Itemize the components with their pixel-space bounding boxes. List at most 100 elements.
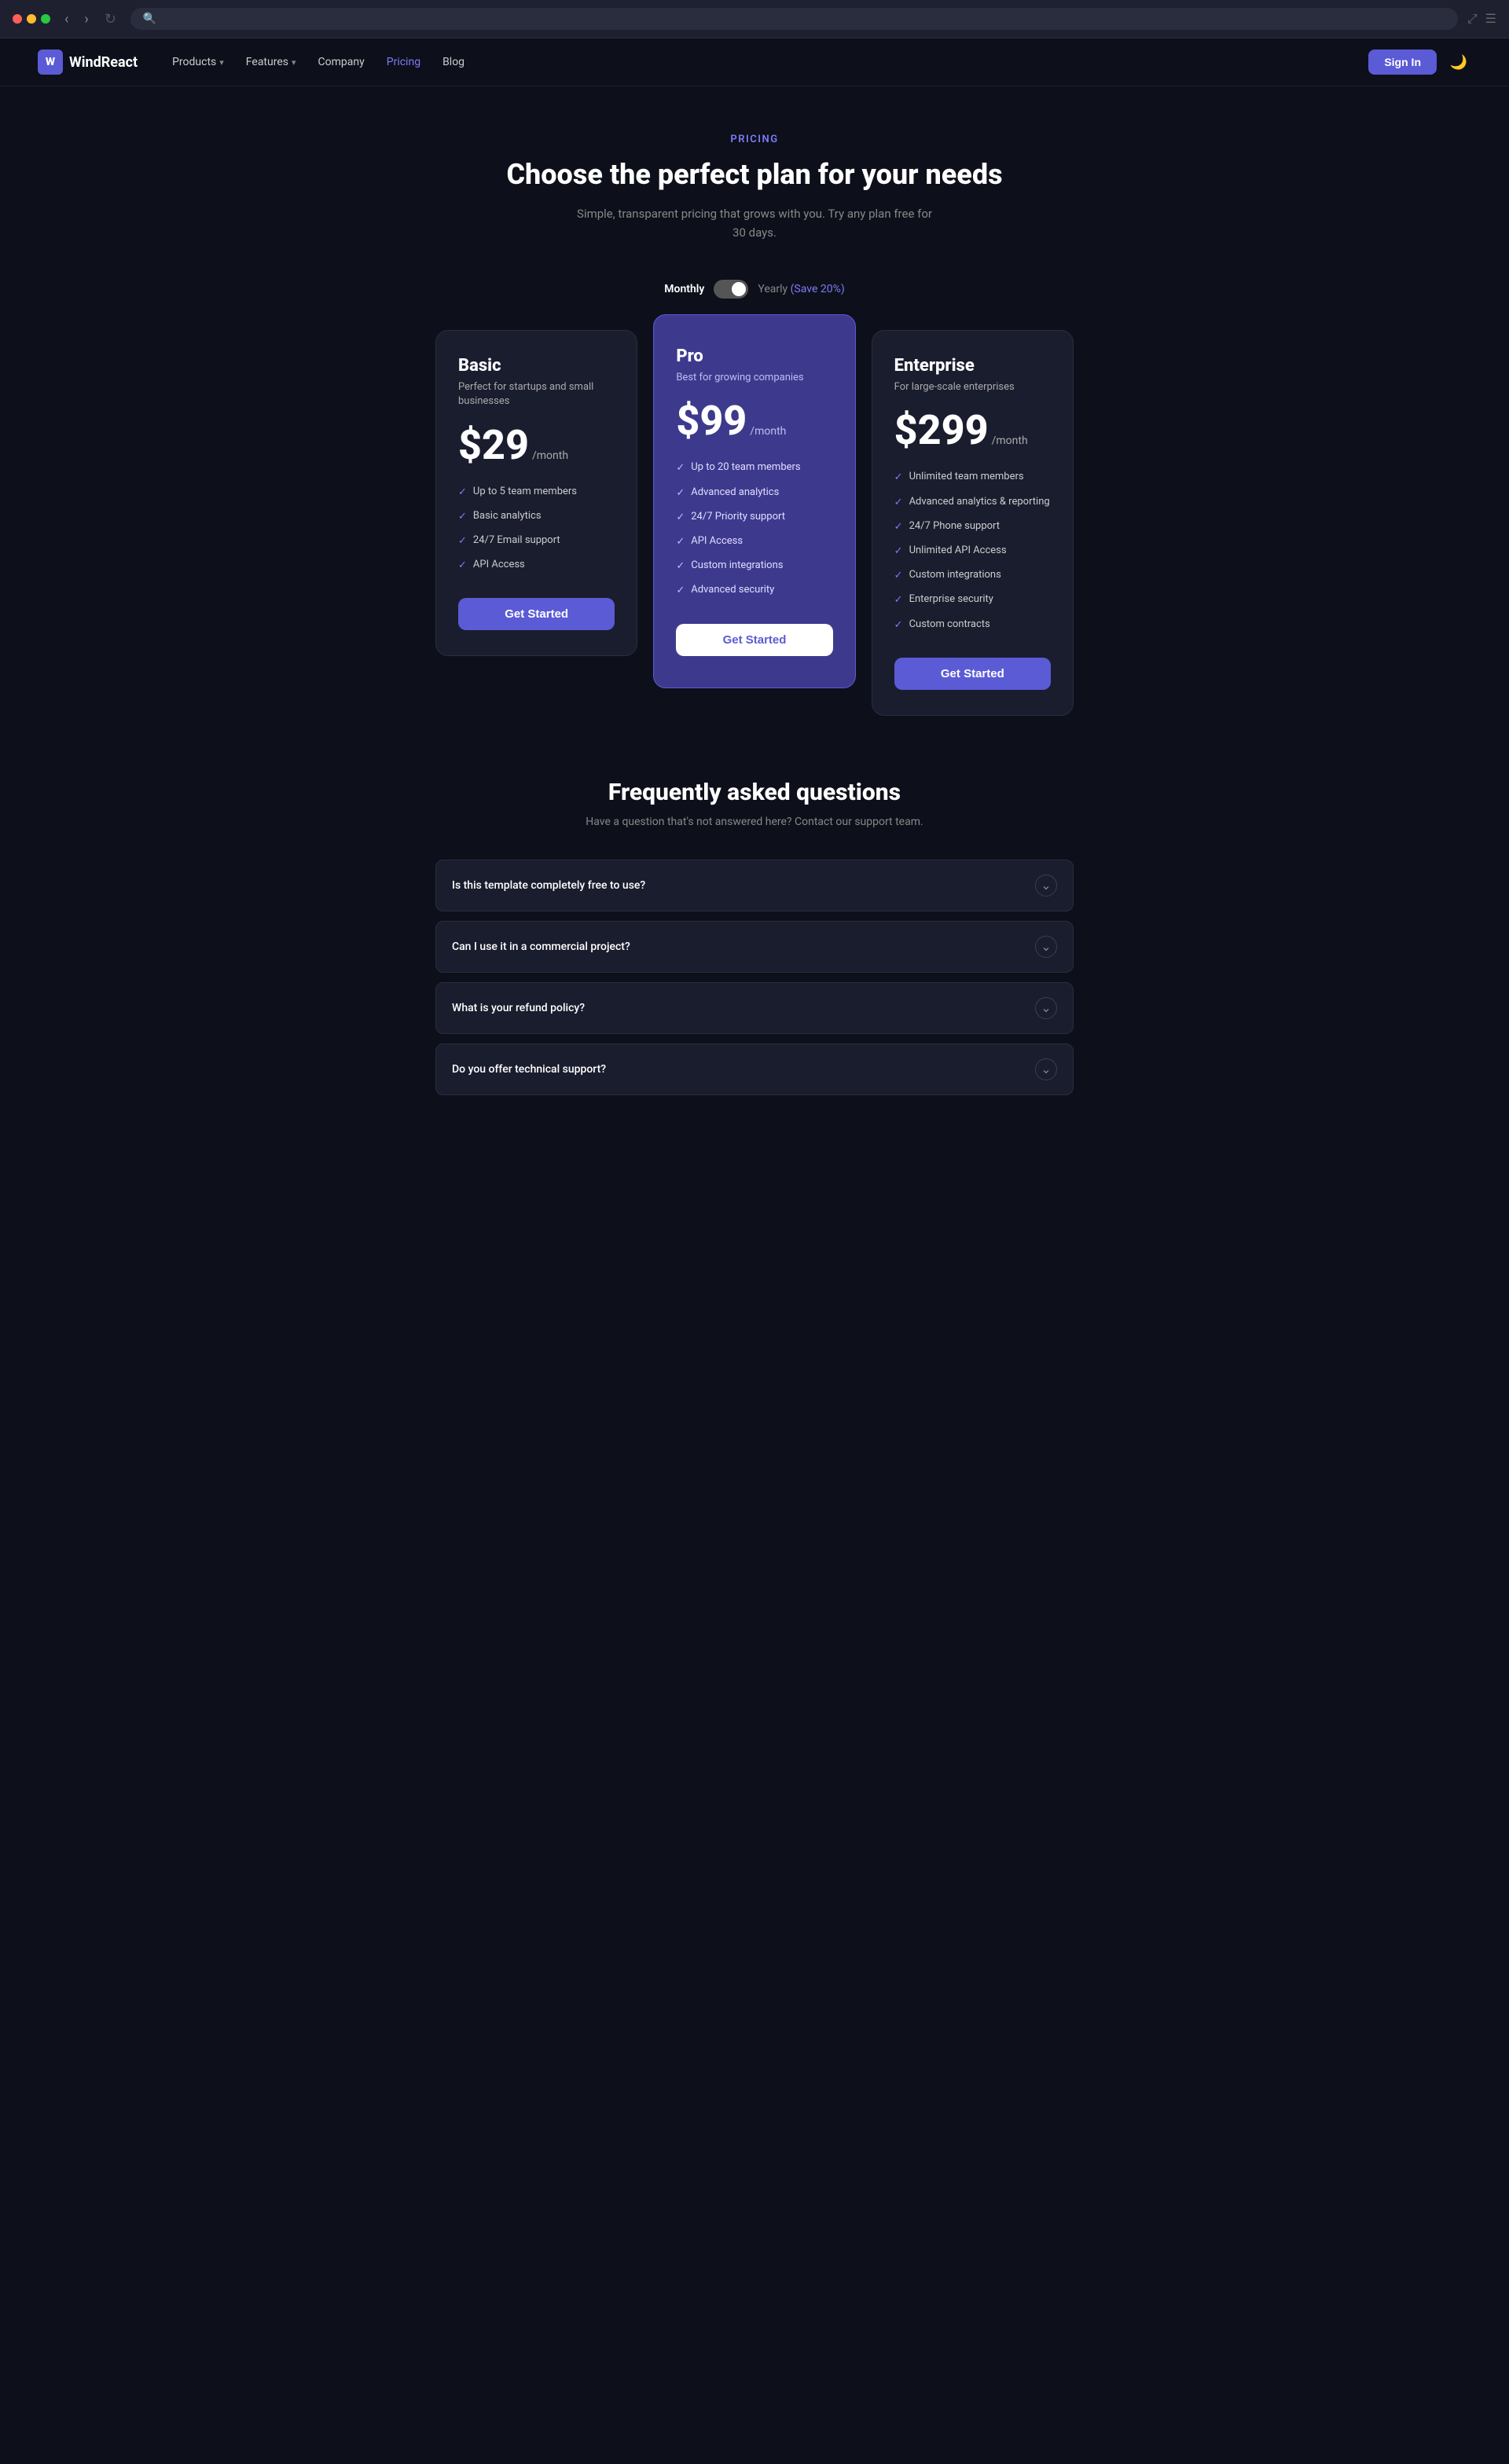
logo-text: WindReact xyxy=(69,54,138,71)
check-icon: ✓ xyxy=(676,535,685,549)
feature-item: ✓ Advanced security xyxy=(676,583,832,598)
faq-chevron-icon-3: ⌄ xyxy=(1035,997,1057,1019)
nav-forward[interactable]: › xyxy=(79,9,93,29)
nav-item-company[interactable]: Company xyxy=(309,50,374,75)
check-icon: ✓ xyxy=(894,593,903,607)
check-icon: ✓ xyxy=(676,584,685,598)
feature-item: ✓ API Access xyxy=(676,534,832,549)
search-icon: 🔍 xyxy=(143,13,156,25)
plan-desc-enterprise: For large-scale enterprises xyxy=(894,380,1051,394)
check-icon: ✓ xyxy=(894,544,903,559)
plan-name-enterprise: Enterprise xyxy=(894,356,1051,376)
feature-item: ✓ Advanced analytics xyxy=(676,486,832,500)
browser-dots xyxy=(13,14,50,24)
faq-section: Frequently asked questions Have a questi… xyxy=(435,779,1074,1095)
dot-red[interactable] xyxy=(13,14,22,24)
plan-basic: Basic Perfect for startups and small bus… xyxy=(435,330,637,656)
faq-question-1: Is this template completely free to use? xyxy=(452,879,645,892)
faq-title: Frequently asked questions xyxy=(435,779,1074,806)
faq-list: Is this template completely free to use?… xyxy=(435,860,1074,1095)
plan-pro: Pro Best for growing companies $99 /mont… xyxy=(653,314,855,688)
nav-actions: Sign In 🌙 xyxy=(1368,50,1471,75)
nav-item-features[interactable]: Features ▾ xyxy=(237,50,306,75)
browser-chrome: ‹ › ↻ 🔍 ⤢ ☰ xyxy=(0,0,1509,38)
price-row-enterprise: $299 /month xyxy=(894,410,1051,451)
signin-button[interactable]: Sign In xyxy=(1368,50,1437,75)
pricing-cards: Basic Perfect for startups and small bus… xyxy=(435,330,1074,716)
feature-item: ✓ Advanced analytics & reporting xyxy=(894,495,1051,510)
feature-item: ✓ Custom contracts xyxy=(894,618,1051,632)
faq-question-4: Do you offer technical support? xyxy=(452,1063,606,1076)
check-icon: ✓ xyxy=(894,496,903,510)
browser-controls: ⤢ ☰ xyxy=(1467,11,1496,27)
check-icon: ✓ xyxy=(458,510,467,524)
plan-name-basic: Basic xyxy=(458,356,615,376)
feature-item: ✓ Enterprise security xyxy=(894,592,1051,607)
faq-item-4[interactable]: Do you offer technical support? ⌄ xyxy=(435,1043,1074,1095)
chevron-down-icon: ▾ xyxy=(292,57,296,68)
check-icon: ✓ xyxy=(894,520,903,534)
pricing-label: PRICING xyxy=(435,134,1074,145)
chevron-down-icon: ▾ xyxy=(219,57,224,68)
pro-cta-button[interactable]: Get Started xyxy=(676,624,832,656)
nav-item-products[interactable]: Products ▾ xyxy=(163,50,233,75)
nav-refresh[interactable]: ↻ xyxy=(100,9,121,29)
toggle-knob xyxy=(732,282,746,296)
navbar: W WindReact Products ▾ Features ▾ Compan… xyxy=(0,38,1509,86)
check-icon: ✓ xyxy=(894,569,903,583)
feature-item: ✓ Unlimited team members xyxy=(894,470,1051,485)
feature-item: ✓ Unlimited API Access xyxy=(894,544,1051,559)
pricing-hero: PRICING Choose the perfect plan for your… xyxy=(435,134,1074,242)
browser-address-bar[interactable]: 🔍 xyxy=(130,8,1458,30)
plan-desc-basic: Perfect for startups and small businesse… xyxy=(458,380,615,409)
plan-name-pro: Pro xyxy=(676,346,832,366)
check-icon: ✓ xyxy=(894,471,903,485)
feature-item: ✓ 24/7 Email support xyxy=(458,534,615,548)
price-row-basic: $29 /month xyxy=(458,425,615,466)
price-row-pro: $99 /month xyxy=(676,401,832,442)
faq-item-1[interactable]: Is this template completely free to use?… xyxy=(435,860,1074,911)
nav-links: Products ▾ Features ▾ Company Pricing Bl… xyxy=(163,50,1343,75)
check-icon: ✓ xyxy=(458,486,467,500)
faq-chevron-icon-4: ⌄ xyxy=(1035,1058,1057,1080)
main-content: PRICING Choose the perfect plan for your… xyxy=(417,86,1092,1174)
nav-back[interactable]: ‹ xyxy=(60,9,73,29)
yearly-label: Yearly (Save 20%) xyxy=(758,283,844,295)
nav-item-pricing[interactable]: Pricing xyxy=(377,50,430,75)
faq-question-3: What is your refund policy? xyxy=(452,1002,585,1014)
menu-icon[interactable]: ☰ xyxy=(1485,11,1496,27)
price-period-enterprise: /month xyxy=(992,434,1028,447)
dot-green[interactable] xyxy=(41,14,50,24)
check-icon: ✓ xyxy=(458,534,467,548)
billing-toggle-switch[interactable] xyxy=(714,280,748,299)
expand-icon[interactable]: ⤢ xyxy=(1467,11,1478,27)
enterprise-cta-button[interactable]: Get Started xyxy=(894,658,1051,690)
feature-item: ✓ 24/7 Priority support xyxy=(676,510,832,525)
check-icon: ✓ xyxy=(458,559,467,573)
price-period-pro: /month xyxy=(750,425,786,438)
plan-desc-pro: Best for growing companies xyxy=(676,371,832,385)
feature-item: ✓ API Access xyxy=(458,558,615,573)
check-icon: ✓ xyxy=(676,461,685,475)
plan-enterprise: Enterprise For large-scale enterprises $… xyxy=(872,330,1074,716)
faq-question-2: Can I use it in a commercial project? xyxy=(452,940,630,953)
monthly-label: Monthly xyxy=(664,283,704,295)
nav-item-blog[interactable]: Blog xyxy=(433,50,474,75)
dark-mode-toggle[interactable]: 🌙 xyxy=(1446,50,1471,75)
logo[interactable]: W WindReact xyxy=(38,50,138,75)
save-badge: (Save 20%) xyxy=(791,283,845,295)
faq-item-2[interactable]: Can I use it in a commercial project? ⌄ xyxy=(435,921,1074,973)
dot-yellow[interactable] xyxy=(27,14,36,24)
price-amount-pro: $99 xyxy=(676,401,747,442)
features-list-pro: ✓ Up to 20 team members ✓ Advanced analy… xyxy=(676,460,832,598)
feature-item: ✓ Up to 20 team members xyxy=(676,460,832,475)
faq-chevron-icon-2: ⌄ xyxy=(1035,936,1057,958)
faq-item-3[interactable]: What is your refund policy? ⌄ xyxy=(435,982,1074,1034)
basic-cta-button[interactable]: Get Started xyxy=(458,598,615,630)
logo-icon: W xyxy=(38,50,63,75)
price-period-basic: /month xyxy=(532,449,568,462)
address-input[interactable] xyxy=(163,13,1445,25)
check-icon: ✓ xyxy=(676,486,685,500)
check-icon: ✓ xyxy=(676,511,685,525)
feature-item: ✓ Custom integrations xyxy=(676,559,832,574)
